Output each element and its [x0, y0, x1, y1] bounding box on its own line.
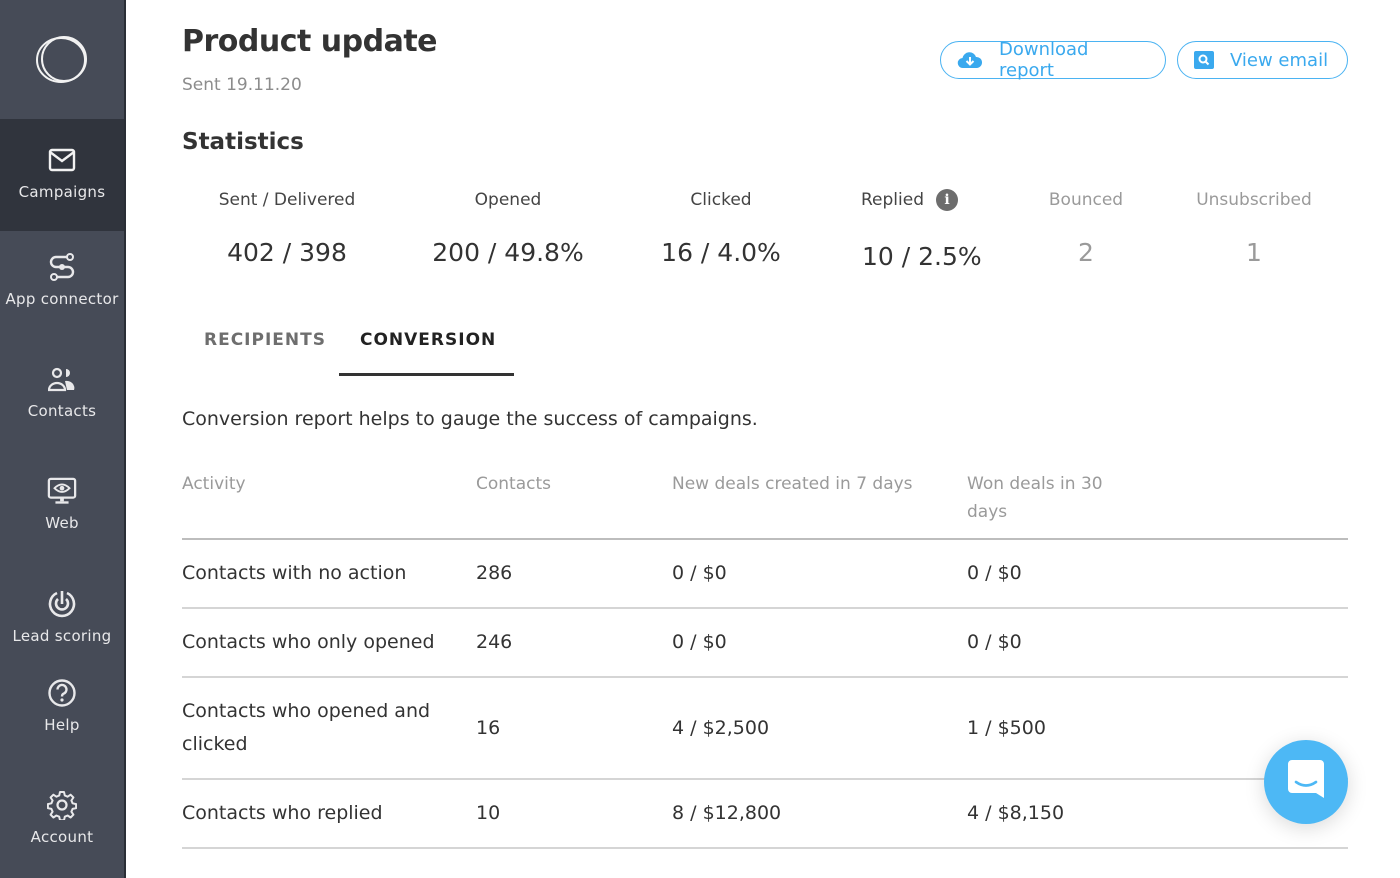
cell-won-deals: 4 / $8,150 [967, 802, 1065, 824]
column-header-won-deals: Won deals in 30 days [967, 474, 1103, 522]
table-header: Activity Contacts New deals created in 7… [182, 470, 1348, 540]
connector-icon [47, 252, 77, 282]
stat-label: Sent / Delivered [218, 190, 356, 210]
cell-new-deals: 8 / $12,800 [672, 802, 782, 824]
sidebar-item-label: Lead scoring [12, 627, 112, 645]
stat-value: 1 [1246, 238, 1262, 267]
stat-label: Unsubscribed [1196, 190, 1312, 210]
sidebar-item-contacts[interactable]: Contacts [0, 364, 124, 420]
download-report-label: Download report [999, 39, 1089, 81]
stat-label: Opened [474, 190, 542, 210]
envelope-icon [47, 145, 77, 175]
tab-conversion[interactable]: CONVERSION [360, 330, 496, 350]
stat-label: Replied [861, 190, 924, 210]
cell-activity: Contacts who opened and clicked [182, 700, 431, 755]
table-row: Contacts who replied 10 8 / $12,800 4 / … [182, 780, 1348, 849]
sidebar-item-app-connector[interactable]: App connector [0, 252, 124, 308]
chat-launcher-button[interactable] [1264, 740, 1348, 824]
chat-bubble-icon [1286, 758, 1326, 806]
conversion-table: Activity Contacts New deals created in 7… [182, 470, 1348, 849]
table-row: Contacts with no action 286 0 / $0 0 / $… [182, 540, 1348, 609]
stat-label: Bounced [1048, 190, 1124, 210]
sidebar-item-account[interactable]: Account [0, 790, 124, 846]
target-icon [47, 589, 77, 619]
table-row: Contacts who opened and clicked 16 4 / $… [182, 678, 1348, 780]
app-logo[interactable] [0, 0, 124, 119]
cell-new-deals: 0 / $0 [672, 631, 727, 653]
question-circle-icon [47, 678, 77, 708]
stat-sent-delivered: Sent / Delivered 402 / 398 [192, 186, 382, 267]
cell-contacts: 246 [476, 631, 513, 653]
search-icon [1194, 51, 1214, 69]
download-report-button[interactable]: Download report [940, 39, 1166, 81]
cell-contacts: 10 [476, 802, 501, 824]
cell-new-deals: 4 / $2,500 [672, 716, 770, 739]
tab-recipients[interactable]: RECIPIENTS [204, 330, 326, 350]
page-title: Product update [182, 24, 438, 59]
column-header-new-deals: New deals created in 7 days [672, 474, 913, 494]
cell-won-deals: 1 / $500 [967, 716, 1046, 739]
stat-clicked: Clicked 16 / 4.0% [626, 186, 816, 267]
stat-opened: Opened 200 / 49.8% [413, 186, 603, 267]
cell-contacts: 16 [476, 716, 501, 739]
column-header-activity: Activity [182, 474, 246, 494]
cell-activity: Contacts who only opened [182, 631, 435, 653]
cell-contacts: 286 [476, 562, 513, 584]
sidebar-item-campaigns[interactable]: Campaigns [0, 119, 124, 231]
sidebar-item-lead-scoring[interactable]: Lead scoring [0, 589, 124, 645]
stat-replied: Replied i 10 / 2.5% [846, 186, 994, 271]
cell-new-deals: 0 / $0 [672, 562, 727, 584]
stat-value: 10 / 2.5% [862, 242, 982, 271]
active-tab-indicator [339, 373, 514, 376]
cell-activity: Contacts with no action [182, 562, 407, 584]
sidebar-item-label: App connector [5, 290, 119, 308]
sidebar-item-help[interactable]: Help [0, 678, 124, 734]
cloud-download-icon [957, 51, 983, 69]
stat-value: 16 / 4.0% [661, 238, 781, 267]
conversion-description: Conversion report helps to gauge the suc… [182, 408, 758, 430]
double-circle-logo-icon [36, 35, 87, 83]
table-row: Contacts who only opened 246 0 / $0 0 / … [182, 609, 1348, 678]
cell-activity: Contacts who replied [182, 802, 383, 824]
sidebar-item-label: Help [44, 716, 80, 734]
sidebar: Campaigns App connector Contacts Web Lea… [0, 0, 126, 878]
monitor-eye-icon [47, 476, 77, 506]
info-icon[interactable]: i [936, 189, 958, 211]
sidebar-item-label: Account [30, 828, 94, 846]
statistics-title: Statistics [182, 129, 304, 155]
sent-date: Sent 19.11.20 [182, 75, 302, 95]
contacts-icon [47, 364, 77, 394]
sidebar-item-label: Campaigns [18, 183, 106, 201]
stat-value: 200 / 49.8% [432, 238, 584, 267]
view-email-label: View email [1230, 49, 1329, 71]
stat-value: 402 / 398 [227, 238, 347, 267]
sidebar-item-label: Contacts [27, 402, 97, 420]
stat-bounced: Bounced 2 [1016, 186, 1156, 267]
column-header-contacts: Contacts [476, 474, 551, 494]
stat-value: 2 [1078, 238, 1094, 267]
view-email-button[interactable]: View email [1177, 41, 1348, 79]
gear-icon [47, 790, 77, 820]
stat-label: Clicked [690, 190, 752, 210]
stat-unsubscribed: Unsubscribed 1 [1184, 186, 1324, 267]
sidebar-item-web[interactable]: Web [0, 476, 124, 532]
sidebar-item-label: Web [45, 514, 79, 532]
cell-won-deals: 0 / $0 [967, 631, 1022, 653]
main-content: Product update Sent 19.11.20 Download re… [126, 0, 1400, 878]
cell-won-deals: 0 / $0 [967, 562, 1022, 584]
